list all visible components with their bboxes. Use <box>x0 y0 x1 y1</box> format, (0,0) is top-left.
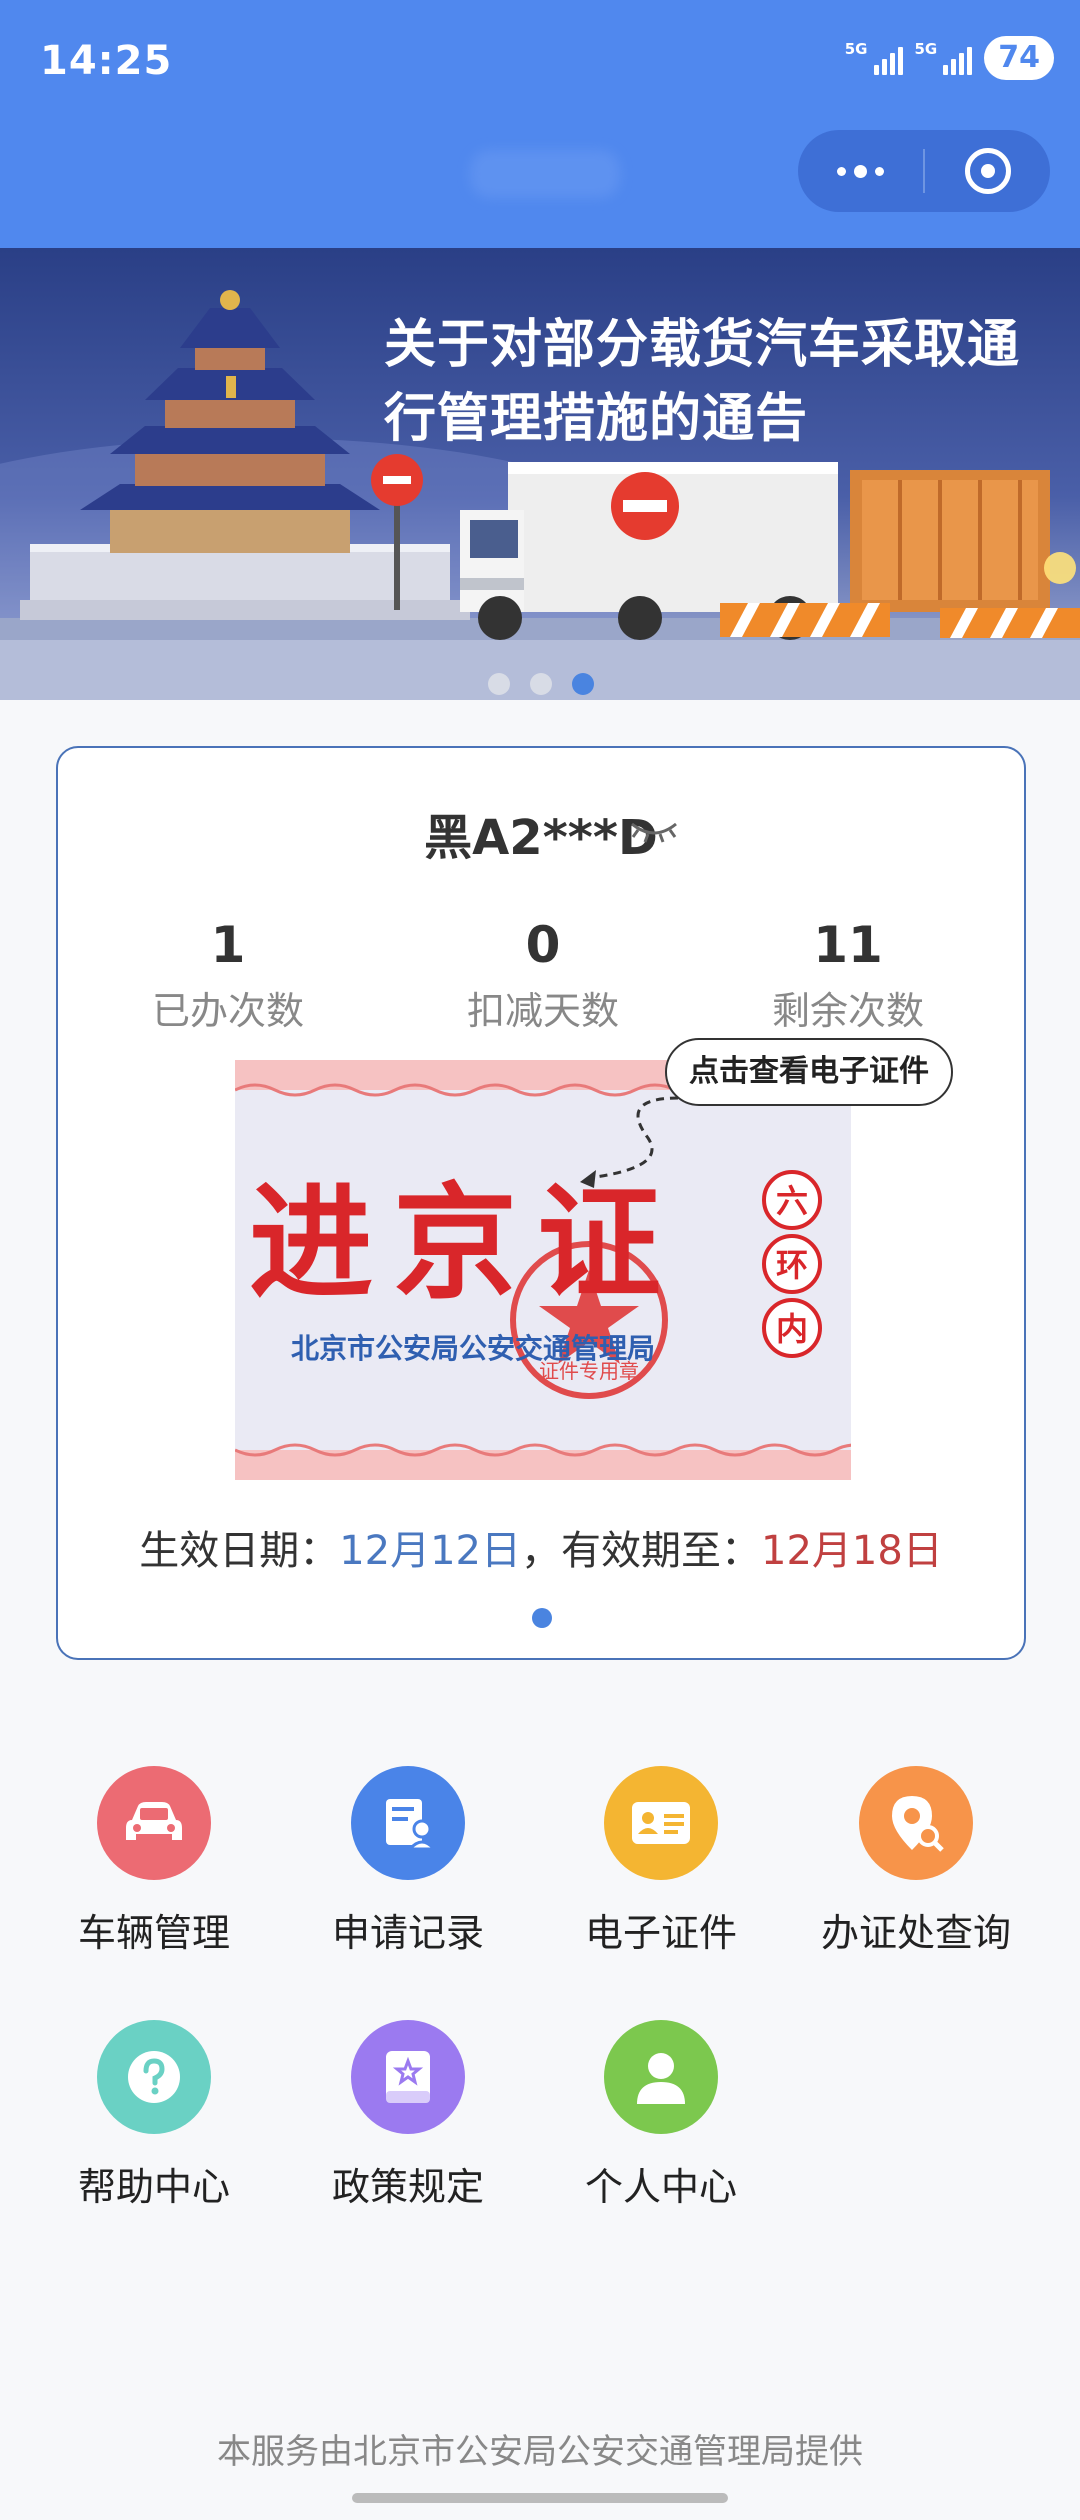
validity-mid: ，有效期至： <box>521 1528 761 1574</box>
view-permit-tip[interactable]: 点击查看电子证件 <box>665 1038 953 1106</box>
blurred-title <box>470 150 620 198</box>
stat-processed-label: 已办次数 <box>151 989 304 1033</box>
banner-pagination <box>488 673 594 695</box>
zone-char-1: 六 <box>776 1182 808 1220</box>
close-mini-program-button[interactable] <box>925 130 1050 212</box>
menu-vehicle-management[interactable]: 车辆管理 <box>34 1766 274 1957</box>
id-card-icon <box>604 1766 718 1880</box>
validity-prefix: 生效日期： <box>139 1528 340 1574</box>
menu-electronic-permit[interactable]: 电子证件 <box>541 1766 781 1957</box>
menu-help-center[interactable]: 帮助中心 <box>34 2020 274 2211</box>
stat-processed-value: 1 <box>210 916 246 974</box>
menu-label: 政策规定 <box>331 2165 484 2209</box>
menu-label: 电子证件 <box>584 1911 737 1955</box>
permit-issuer: 北京市公安局公安交通管理局 <box>291 1332 655 1365</box>
mini-program-capsule <box>798 130 1050 212</box>
menu-label: 办证处查询 <box>820 1911 1011 1955</box>
menu-office-search[interactable]: 办证处查询 <box>796 1766 1036 1957</box>
hidden-eye-icon[interactable] <box>628 818 680 844</box>
stat-deducted: 0 扣减天数 <box>413 916 673 1035</box>
question-icon <box>97 2020 211 2134</box>
zone-badge: 六 环 内 <box>762 1170 822 1358</box>
status-time: 14:25 <box>40 38 173 84</box>
person-icon <box>604 2020 718 2134</box>
banner-title: 关于对部分载货汽车采取通行管理措施的通告 <box>384 315 1021 449</box>
stat-remaining-value: 11 <box>813 916 883 974</box>
stat-remaining: 11 剩余次数 <box>718 916 978 1035</box>
signal-icon-2: 5G <box>915 41 973 75</box>
menu-personal-center[interactable]: 个人中心 <box>541 2020 781 2211</box>
banner-dot-2[interactable] <box>530 673 552 695</box>
footer-note: 本服务由北京市公安局公安交通管理局提供 <box>217 2432 863 2472</box>
menu-label: 申请记录 <box>331 1911 484 1955</box>
validity-period: 生效日期：12月12日，有效期至：12月18日 <box>58 1518 1024 1576</box>
signal-icon: 5G <box>845 41 903 75</box>
more-button[interactable] <box>798 130 923 212</box>
card-pagination-dot <box>532 1608 552 1628</box>
application-record-icon <box>351 1766 465 1880</box>
start-date: 12月12日 <box>339 1528 521 1574</box>
system-icons: 5G 5G 74 <box>845 36 1054 80</box>
license-plate: 黑A2***D <box>424 810 658 866</box>
car-icon <box>97 1766 211 1880</box>
banner-dot-1[interactable] <box>488 673 510 695</box>
target-icon <box>964 148 1011 194</box>
home-indicator[interactable] <box>352 2493 728 2503</box>
electronic-permit-image[interactable]: 证件专用章 进京证 北京市公安局公安交通管理局 六 环 内 <box>235 1060 851 1480</box>
banner-dot-3[interactable] <box>572 673 594 695</box>
menu-label: 车辆管理 <box>77 1911 230 1955</box>
more-dots-icon <box>837 164 884 178</box>
menu-label: 个人中心 <box>584 2165 737 2209</box>
stat-processed: 1 已办次数 <box>98 916 358 1035</box>
stat-deducted-label: 扣减天数 <box>466 989 619 1033</box>
location-search-icon <box>859 1766 973 1880</box>
battery-indicator: 74 <box>984 36 1054 80</box>
menu-label: 帮助中心 <box>77 2165 230 2209</box>
menu-policy[interactable]: 政策规定 <box>288 2020 528 2211</box>
stat-remaining-label: 剩余次数 <box>771 989 924 1033</box>
permit-card: 黑A2***D 1 已办次数 0 扣减天数 11 剩余次数 证件专用章 进京证 … <box>56 746 1026 1660</box>
announcement-banner[interactable]: 关于对部分载货汽车采取通行管理措施的通告 <box>0 248 1080 700</box>
end-date: 12月18日 <box>761 1528 943 1574</box>
policy-book-icon <box>351 2020 465 2134</box>
menu-application-record[interactable]: 申请记录 <box>288 1766 528 1957</box>
app-header: 14:25 5G 5G 74 <box>0 0 1080 248</box>
zone-char-3: 内 <box>776 1310 808 1348</box>
zone-char-2: 环 <box>776 1246 808 1284</box>
stat-deducted-value: 0 <box>525 916 561 974</box>
